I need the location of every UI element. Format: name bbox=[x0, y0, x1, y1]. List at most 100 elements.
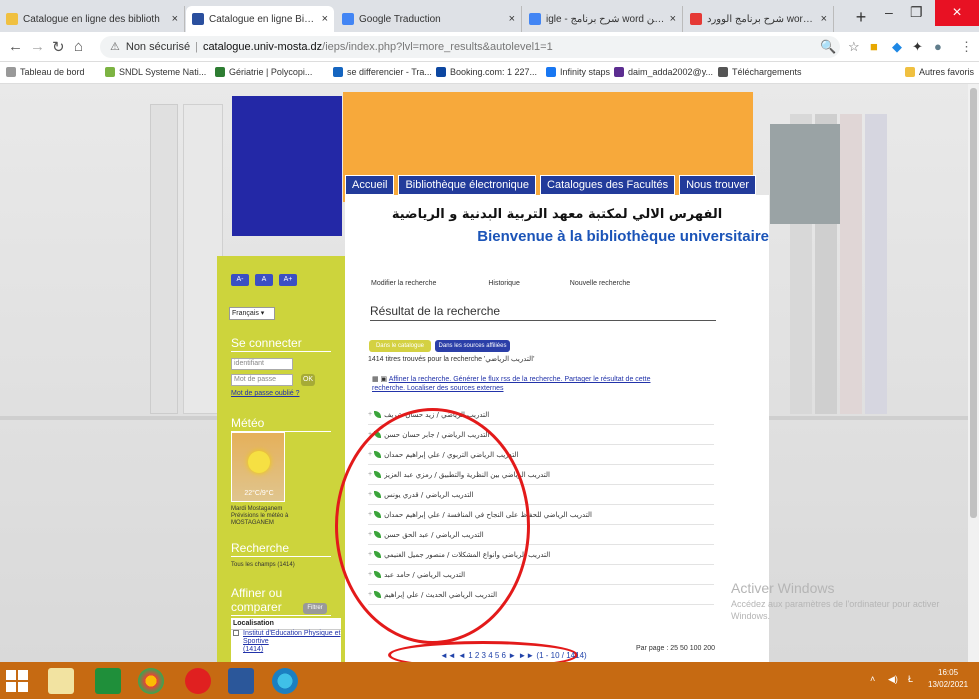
bookmark-item[interactable]: daim_adda2002@y... bbox=[614, 67, 713, 77]
login-ok-button[interactable]: OK bbox=[301, 374, 315, 386]
tab-label: igle - شرح برنامج word للمبتدئين bbox=[546, 13, 666, 25]
password-field[interactable]: Mot de passe bbox=[231, 374, 293, 386]
tab-label: Catalogue en ligne des biblioth bbox=[23, 13, 160, 25]
search-links: Modifier la recherche Historique Nouvell… bbox=[371, 280, 630, 287]
font-decrease-button[interactable]: A- bbox=[231, 274, 249, 286]
font-increase-button[interactable]: A+ bbox=[279, 274, 297, 286]
browser-tab-5[interactable]: شرح برنامج الوورد word للمبتدئين × bbox=[684, 6, 834, 32]
location-option[interactable]: Institut d'Education Physique et Sportiv… bbox=[231, 630, 341, 646]
page-scrollbar[interactable] bbox=[968, 84, 979, 662]
profile-avatar[interactable]: ● bbox=[934, 39, 942, 54]
bookmark-label: daim_adda2002@y... bbox=[628, 67, 714, 77]
decorative-book bbox=[840, 114, 862, 414]
location-count: (1414) bbox=[243, 646, 264, 653]
extension-icon[interactable]: ◆ bbox=[892, 39, 902, 55]
bookmark-icon bbox=[436, 67, 446, 77]
edge-icon[interactable] bbox=[272, 668, 298, 694]
bookmark-label: SNDL Systeme Nati... bbox=[119, 67, 207, 77]
address-bar: ← → ↻ ⌂ ⚠ Non sécurisé | catalogue.univ-mos… bbox=[0, 32, 979, 62]
bookmark-item[interactable]: Booking.com: 1 227... bbox=[436, 67, 537, 77]
expand-icon[interactable]: + bbox=[368, 411, 372, 418]
leaf-icon bbox=[374, 411, 382, 418]
refine-actions-text[interactable]: Affiner la recherche. Générer le flux rs… bbox=[372, 376, 650, 392]
forgot-password-link[interactable]: Mot de passe oublié ? bbox=[231, 390, 300, 397]
activation-text: Accédez aux paramètres de l'ordinateur p… bbox=[731, 599, 940, 621]
nav-nous-trouver[interactable]: Nous trouver bbox=[679, 175, 757, 195]
font-reset-button[interactable]: A bbox=[255, 274, 273, 286]
star-icon[interactable]: ☆ bbox=[848, 39, 860, 55]
bookmark-item[interactable]: Tableau de bord bbox=[6, 67, 85, 77]
menu-icon[interactable]: ⋮ bbox=[960, 39, 973, 55]
modify-search-link[interactable]: Modifier la recherche bbox=[371, 280, 436, 287]
reload-icon[interactable]: ↻ bbox=[52, 38, 65, 56]
clock-time: 16:05 bbox=[938, 668, 959, 677]
new-search-link[interactable]: Nouvelle recherche bbox=[570, 280, 630, 287]
forward-icon[interactable]: → bbox=[30, 38, 45, 55]
browser-tab-bar: Catalogue en ligne des biblioth × Catalo… bbox=[0, 0, 979, 32]
bookmark-icon bbox=[6, 67, 16, 77]
tab-catalogue[interactable]: Dans le catalogue bbox=[369, 340, 431, 352]
per-page-selector[interactable]: Par page : 25 50 100 200 bbox=[636, 645, 715, 652]
puzzle-icon[interactable]: ✦ bbox=[912, 39, 923, 55]
bookmark-label: Téléchargements bbox=[732, 67, 802, 77]
new-tab-button[interactable]: + bbox=[850, 8, 872, 28]
filter-button[interactable]: Filtrer bbox=[303, 603, 327, 614]
browser-tab-3[interactable]: Google Traduction × bbox=[336, 6, 522, 32]
browser-tab-2[interactable]: Catalogue en ligne Bibliothèqu × bbox=[186, 6, 334, 32]
bookmarks-bar: Tableau de bord SNDL Systeme Nati... Gér… bbox=[0, 62, 979, 84]
home-icon[interactable]: ⌂ bbox=[74, 38, 83, 55]
language-select[interactable]: Français ▾ bbox=[229, 307, 275, 320]
scrollbar-thumb[interactable] bbox=[970, 88, 977, 518]
nav-bibliotheque-electronique[interactable]: Bibliothèque électronique bbox=[398, 175, 537, 195]
minimize-icon[interactable]: – bbox=[885, 4, 893, 20]
bookmark-item[interactable]: Gériatrie | Polycopi... bbox=[215, 67, 312, 77]
close-tab-icon[interactable]: × bbox=[172, 13, 178, 25]
url-input[interactable]: ⚠ Non sécurisé | catalogue.univ-mosta.dz/ie… bbox=[100, 36, 840, 58]
chrome-icon[interactable] bbox=[138, 668, 164, 694]
bookmark-item[interactable]: SNDL Systeme Nati... bbox=[105, 67, 206, 77]
volume-icon[interactable]: ◀) bbox=[888, 674, 898, 685]
store-icon[interactable] bbox=[95, 668, 121, 694]
close-tab-icon[interactable]: × bbox=[322, 13, 328, 25]
close-tab-icon[interactable]: × bbox=[821, 13, 827, 25]
windows-taskbar: ˄ ◀) Ł 16:05 13/02/2021 bbox=[0, 662, 979, 699]
opera-icon[interactable] bbox=[185, 668, 211, 694]
not-secure-warning-icon: ⚠ bbox=[110, 41, 120, 53]
tab-label: Catalogue en ligne Bibliothèqu bbox=[209, 13, 318, 25]
bookmark-item[interactable]: Infinity staps bbox=[546, 67, 610, 77]
nav-catalogues-facultes[interactable]: Catalogues des Facultés bbox=[540, 175, 676, 195]
back-icon[interactable]: ← bbox=[8, 38, 23, 55]
zoom-icon[interactable]: 🔍 bbox=[820, 39, 836, 55]
tab-affiliated-sources[interactable]: Dans les sources affiliées bbox=[435, 340, 510, 352]
language-indicator[interactable]: Ł bbox=[908, 674, 913, 684]
window-close-button[interactable]: × bbox=[935, 0, 979, 26]
windows-start-icon[interactable] bbox=[6, 670, 28, 692]
bookmark-item[interactable]: Téléchargements bbox=[718, 67, 802, 77]
pagination[interactable]: ◄◄ ◄ 1 2 3 4 5 6 ► ►► (1 - 10 / 1414) bbox=[440, 651, 587, 660]
bookmark-item[interactable]: Autres favoris bbox=[905, 67, 974, 77]
arabic-site-title: الفهرس الالي لمكتبة معهد التربية البدنية… bbox=[391, 207, 723, 222]
tab-label: Google Traduction bbox=[359, 13, 441, 25]
bookmark-item[interactable]: se differencier - Tra... bbox=[333, 67, 432, 77]
close-tab-icon[interactable]: × bbox=[670, 13, 676, 25]
location-filter: Localisation Institut d'Education Physiq… bbox=[231, 618, 341, 664]
login-field[interactable]: identifiant bbox=[231, 358, 293, 370]
weather-details: Mardi Mostaganem Prévisions le météo à M… bbox=[231, 506, 289, 526]
tray-chevron-icon[interactable]: ˄ bbox=[870, 674, 875, 684]
maximize-icon[interactable]: ❐ bbox=[910, 4, 923, 21]
bookmark-icon bbox=[105, 67, 115, 77]
history-link[interactable]: Historique bbox=[488, 280, 520, 287]
rss-icon[interactable]: ▦ ▣ bbox=[372, 376, 389, 383]
system-clock[interactable]: 16:05 13/02/2021 bbox=[928, 667, 968, 691]
close-tab-icon[interactable]: × bbox=[509, 13, 515, 25]
results-count: 1414 titres trouvés pour la recherche 'ا… bbox=[368, 356, 535, 363]
word-icon[interactable] bbox=[228, 668, 254, 694]
location-checkbox[interactable] bbox=[233, 630, 239, 636]
tab-label: شرح برنامج الوورد word للمبتدئين bbox=[707, 13, 817, 25]
browser-tab-1[interactable]: Catalogue en ligne des biblioth × bbox=[0, 6, 185, 32]
tab-favicon-icon bbox=[192, 13, 204, 25]
nav-accueil[interactable]: Accueil bbox=[345, 175, 395, 195]
extension-icon[interactable]: ■ bbox=[870, 39, 878, 54]
file-explorer-icon[interactable] bbox=[48, 668, 74, 694]
browser-tab-4[interactable]: igle - شرح برنامج word للمبتدئين × bbox=[523, 6, 683, 32]
